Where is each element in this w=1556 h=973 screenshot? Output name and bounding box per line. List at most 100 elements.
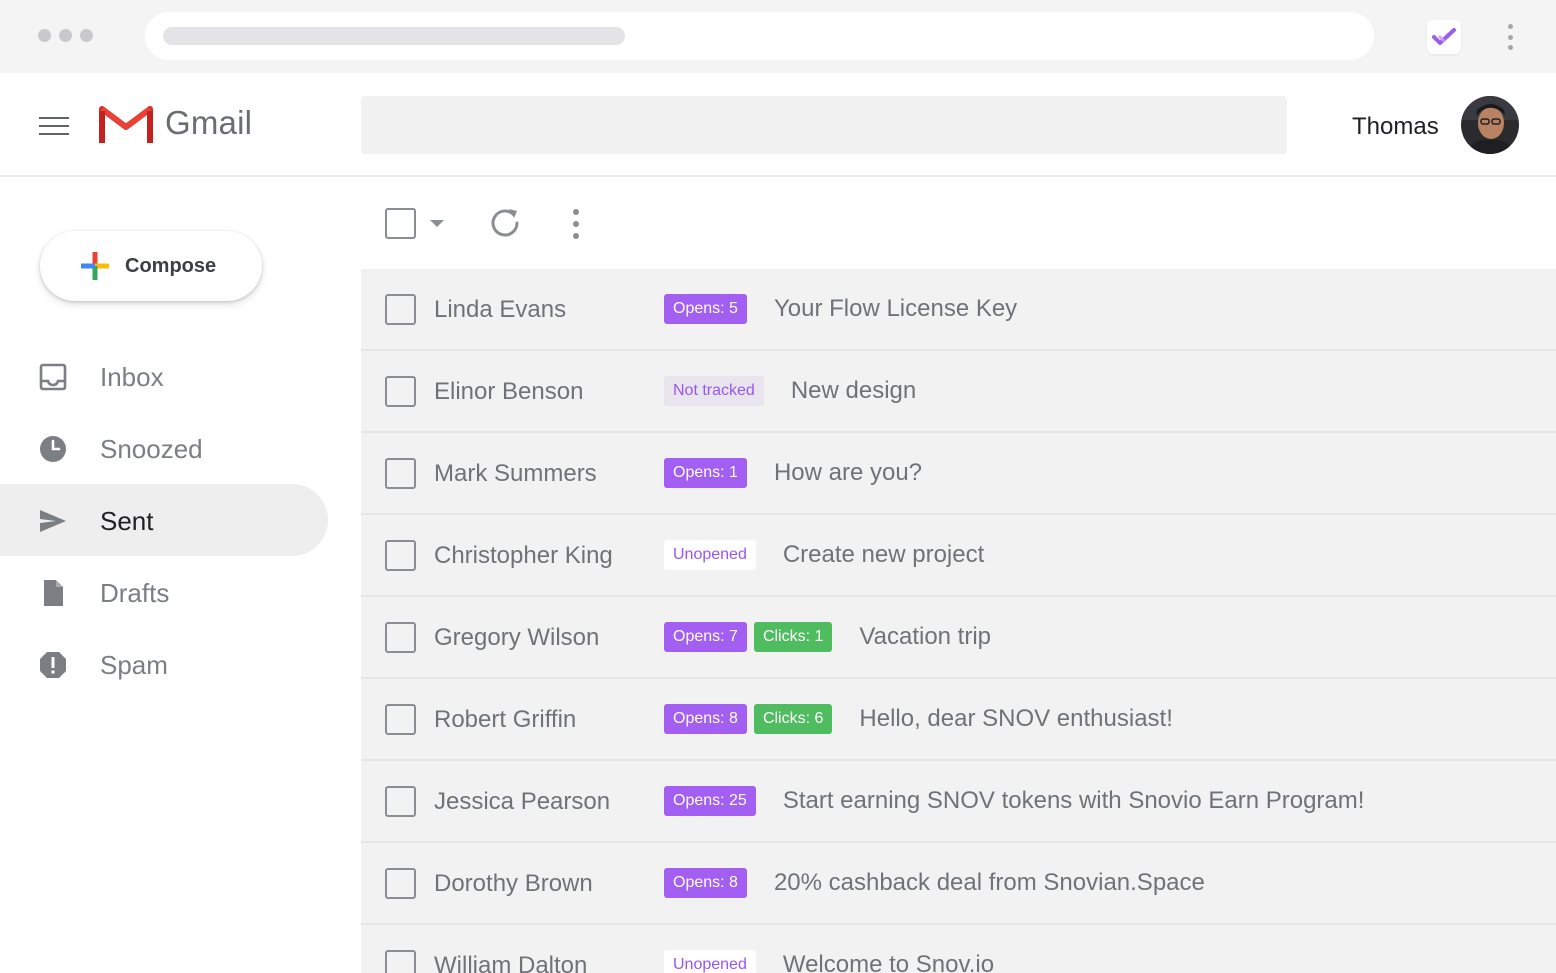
sidebar-item-label: Sent xyxy=(100,506,154,536)
clock-icon xyxy=(40,436,66,462)
table-row[interactable]: Linda Evans Opens: 5 Your Flow License Key xyxy=(361,269,1556,351)
sidebar-item-label: Inbox xyxy=(100,362,164,392)
select-all-checkbox[interactable] xyxy=(385,208,416,239)
user-name: Thomas xyxy=(1352,113,1439,140)
sidebar-item-snoozed[interactable]: Snoozed xyxy=(0,412,328,484)
list-toolbar xyxy=(361,179,1556,269)
sidebar-item-sent[interactable]: Sent xyxy=(0,484,328,556)
table-row[interactable]: Dorothy Brown Opens: 8 20% cashback deal f… xyxy=(361,843,1556,925)
table-row[interactable]: Elinor Benson Not tracked New design xyxy=(361,351,1556,433)
table-row[interactable]: Robert Griffin Opens: 8 Clicks: 6 Hello, de… xyxy=(361,679,1556,761)
table-row[interactable]: Christopher King Unopened Create new proje… xyxy=(361,515,1556,597)
sidebar-item-inbox[interactable]: Inbox xyxy=(0,340,328,412)
app-header: Gmail Thomas xyxy=(0,73,1556,177)
email-subject: Hello, dear SNOV enthusiast! xyxy=(859,705,1173,732)
send-icon xyxy=(40,510,66,532)
window-dot[interactable] xyxy=(59,29,72,42)
row-checkbox[interactable] xyxy=(385,622,416,653)
email-sender: Gregory Wilson xyxy=(434,624,600,651)
address-bar-placeholder xyxy=(163,27,625,45)
compose-label: Compose xyxy=(125,255,217,277)
status-badge: Clicks: 6 xyxy=(753,704,833,734)
table-row[interactable]: Mark Summers Opens: 1 How are you? xyxy=(361,433,1556,515)
table-row[interactable]: Jessica Pearson Opens: 25 Start earning SN… xyxy=(361,761,1556,843)
row-checkbox[interactable] xyxy=(385,376,416,407)
status-badge: Opens: 25 xyxy=(664,786,756,816)
status-badge: Opens: 1 xyxy=(664,458,747,488)
status-badge: Opens: 5 xyxy=(664,294,747,324)
email-tags: Opens: 8 20% cashback deal from Snovian.S… xyxy=(664,868,1205,898)
email-sender: Dorothy Brown xyxy=(434,870,593,897)
row-checkbox[interactable] xyxy=(385,704,416,735)
email-tags: Opens: 8 Clicks: 6 Hello, dear SNOV enthus… xyxy=(664,704,1173,734)
status-badge: Opens: 8 xyxy=(664,704,747,734)
extension-button[interactable] xyxy=(1427,20,1461,54)
sidebar-item-drafts[interactable]: Drafts xyxy=(0,556,328,628)
refresh-icon[interactable] xyxy=(487,205,523,241)
email-tags: Not tracked New design xyxy=(664,376,916,406)
row-checkbox[interactable] xyxy=(385,786,416,817)
window-controls[interactable] xyxy=(38,29,93,42)
email-subject: Welcome to Snov.io xyxy=(782,951,995,973)
sidebar-item-spam[interactable]: Spam xyxy=(0,628,328,700)
email-subject: How are you? xyxy=(773,459,923,486)
avatar[interactable] xyxy=(1461,96,1519,154)
email-sender: Mark Summers xyxy=(434,460,597,487)
table-row[interactable]: Gregory Wilson Opens: 7 Clicks: 1 Vacation … xyxy=(361,597,1556,679)
email-subject: Vacation trip xyxy=(859,623,992,650)
email-subject: Start earning SNOV tokens with Snovio Ea… xyxy=(782,787,1365,814)
email-sender: Elinor Benson xyxy=(434,378,584,405)
plus-icon xyxy=(81,252,109,280)
status-badge: Not tracked xyxy=(664,376,764,406)
draft-icon xyxy=(44,580,63,606)
sidebar-item-label: Spam xyxy=(100,650,168,680)
email-tags: Unopened Welcome to Snov.io xyxy=(664,950,994,973)
spam-icon xyxy=(40,652,66,678)
email-subject: New design xyxy=(790,377,917,404)
row-checkbox[interactable] xyxy=(385,458,416,489)
window-dot[interactable] xyxy=(38,29,51,42)
email-subject: Your Flow License Key xyxy=(773,295,1018,322)
email-sender: Jessica Pearson xyxy=(434,788,611,815)
email-sender: William Dalton xyxy=(434,952,588,973)
address-bar[interactable] xyxy=(145,12,1374,60)
status-badge: Unopened xyxy=(664,950,756,973)
sidebar: Compose Inbox Snoozed Sent Drafts Spam xyxy=(0,179,361,973)
browser-toolbar xyxy=(0,0,1556,73)
email-subject: 20% cashback deal from Snovian.Space xyxy=(773,869,1205,896)
row-checkbox[interactable] xyxy=(385,868,416,899)
email-tags: Opens: 5 Your Flow License Key xyxy=(664,294,1017,324)
email-subject: Create new project xyxy=(782,541,985,568)
search-bar[interactable] xyxy=(361,96,1287,154)
email-list: Linda Evans Opens: 5 Your Flow License Key… xyxy=(361,269,1556,973)
email-sender: Christopher King xyxy=(434,542,613,569)
status-badge: Opens: 7 xyxy=(664,622,747,652)
status-badge: Opens: 8 xyxy=(664,868,747,898)
row-checkbox[interactable] xyxy=(385,540,416,571)
status-badge: Unopened xyxy=(664,540,756,570)
check-icon xyxy=(1432,28,1456,45)
table-row[interactable]: William Dalton Unopened Welcome to Snov.io xyxy=(361,925,1556,973)
email-tags: Opens: 7 Clicks: 1 Vacation trip xyxy=(664,622,991,652)
row-checkbox[interactable] xyxy=(385,294,416,325)
inbox-icon xyxy=(39,363,67,391)
brand-name: Gmail xyxy=(165,104,253,141)
status-badge: Clicks: 1 xyxy=(753,622,833,652)
compose-button[interactable]: Compose xyxy=(40,231,262,301)
email-tags: Unopened Create new project xyxy=(664,540,984,570)
email-sender: Linda Evans xyxy=(434,296,567,323)
sidebar-nav: Inbox Snoozed Sent Drafts Spam xyxy=(0,340,361,700)
browser-menu-icon[interactable] xyxy=(1500,22,1520,52)
main-menu-icon[interactable] xyxy=(39,117,69,135)
more-options-icon[interactable] xyxy=(570,209,582,239)
row-checkbox[interactable] xyxy=(385,950,416,973)
select-dropdown-icon[interactable] xyxy=(430,220,444,227)
email-tags: Opens: 1 How are you? xyxy=(664,458,922,488)
email-tags: Opens: 25 Start earning SNOV tokens with … xyxy=(664,786,1364,816)
sidebar-item-label: Snoozed xyxy=(100,434,203,464)
sidebar-item-label: Drafts xyxy=(100,578,170,608)
gmail-logo-icon[interactable] xyxy=(99,103,153,145)
window-dot[interactable] xyxy=(80,29,93,42)
avatar-image xyxy=(1461,96,1519,154)
email-sender: Robert Griffin xyxy=(434,706,577,733)
